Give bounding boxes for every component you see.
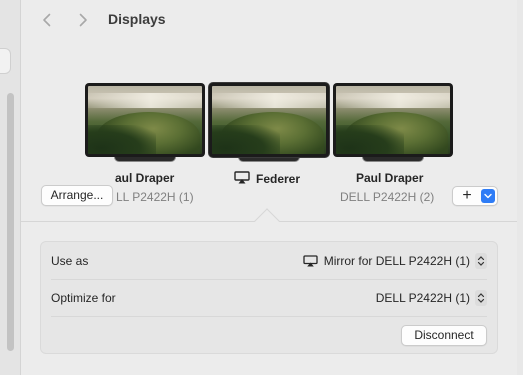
use-as-popup[interactable]: Mirror for DELL P2422H (1) [303, 252, 487, 269]
forward-button[interactable] [73, 9, 93, 31]
updown-chevron-icon [475, 252, 487, 269]
toolbar: Displays [21, 0, 523, 40]
add-display-button[interactable]: + [452, 186, 498, 206]
optimize-for-popup[interactable]: DELL P2422H (1) [375, 289, 487, 306]
monitor-stand [362, 157, 424, 162]
optimize-for-value: DELL P2422H (1) [375, 290, 470, 305]
display-name-3: Paul Draper [356, 171, 424, 185]
back-button[interactable] [37, 9, 57, 31]
displays-pane: Displays aul Draper LL P2422H (1) Federe… [21, 0, 523, 375]
chevron-left-icon [43, 13, 51, 27]
updown-chevron-icon [475, 289, 487, 306]
disconnect-button[interactable]: Disconnect [401, 325, 487, 346]
use-as-label: Use as [51, 253, 89, 268]
display-arrangement: aul Draper LL P2422H (1) Federer Paul Dr… [21, 40, 523, 220]
display-name-1: aul Draper [115, 171, 175, 185]
sidebar-scrollbar[interactable] [7, 93, 14, 351]
use-as-row: Use as Mirror for DELL P2422H (1) [41, 242, 497, 279]
display-model-1: LL P2422H (1) [116, 190, 194, 204]
use-as-value: Mirror for DELL P2422H (1) [323, 253, 470, 268]
wallpaper-image [212, 86, 326, 154]
airplay-icon [303, 254, 318, 267]
plus-icon[interactable]: + [453, 187, 481, 205]
display-model-3: DELL P2422H (2) [340, 190, 435, 204]
display-name-2: Federer [256, 172, 301, 186]
display-thumbnail-2[interactable] [209, 83, 329, 162]
monitor-stand [238, 157, 300, 162]
actions-row: Disconnect [41, 317, 497, 354]
display-name-2-row: Federer [234, 171, 300, 187]
airplay-icon [234, 171, 250, 187]
display-settings-group: Use as Mirror for DELL P2422H (1) Optimi… [40, 241, 498, 354]
display-thumbnail-1[interactable] [85, 83, 205, 162]
arrange-button[interactable]: Arrange... [41, 185, 113, 206]
monitor-stand [114, 157, 176, 162]
sidebar [0, 0, 21, 375]
page-title: Displays [108, 11, 166, 27]
display-thumbnail-3[interactable] [333, 83, 453, 162]
optimize-for-row: Optimize for DELL P2422H (1) [41, 279, 497, 316]
chevron-right-icon [79, 13, 87, 27]
wallpaper-image [88, 86, 202, 154]
wallpaper-image [336, 86, 450, 154]
window-edge [517, 0, 523, 375]
chevron-down-icon[interactable] [481, 189, 495, 203]
sidebar-search-field[interactable] [0, 48, 11, 74]
optimize-for-label: Optimize for [51, 290, 116, 305]
